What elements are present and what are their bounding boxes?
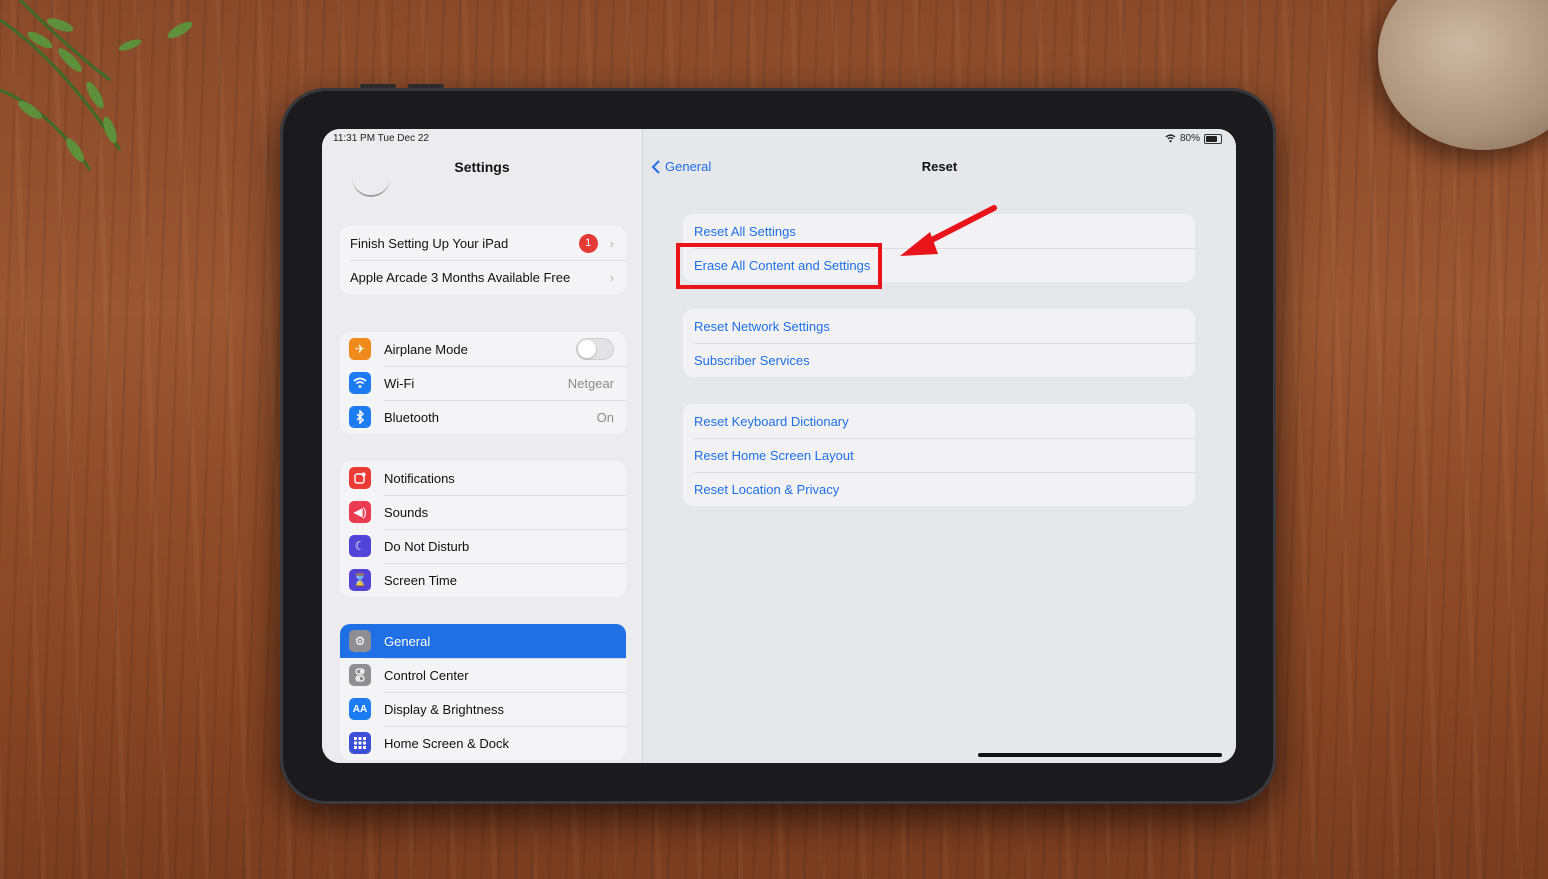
reset-location-privacy-button[interactable]: Reset Location & Privacy <box>683 472 1195 506</box>
sidebar-item-general[interactable]: ⚙ General <box>340 624 626 658</box>
sidebar-item-control-center[interactable]: Control Center <box>340 658 626 692</box>
wifi-network-value: Netgear <box>567 375 614 391</box>
notification-badge: 1 <box>578 233 598 253</box>
connectivity-group: ✈ Airplane Mode Wi-Fi Netgear Bluetooth … <box>340 332 626 434</box>
sidebar-item-label: Do Not Disturb <box>384 538 470 554</box>
chevron-left-icon <box>651 159 660 174</box>
text-size-icon: AA <box>349 698 371 720</box>
highlight-box <box>676 243 882 289</box>
general-group: ⚙ General Control Center AA Display & Br… <box>340 624 626 760</box>
sidebar-item-airplane-mode[interactable]: ✈ Airplane Mode <box>340 332 626 366</box>
chevron-right-icon: › <box>609 269 614 285</box>
sidebar-item-label: Wi-Fi <box>384 375 415 391</box>
grid-icon <box>349 732 371 754</box>
sidebar-item-label: Control Center <box>384 667 469 683</box>
status-bar: 11:31 PM Tue Dec 22 80% <box>322 129 1236 147</box>
notifications-group: Notifications ◀) Sounds ☾ Do Not Disturb… <box>340 461 626 597</box>
reset-home-screen-layout-button[interactable]: Reset Home Screen Layout <box>683 438 1195 472</box>
sidebar-item-home-screen-dock[interactable]: Home Screen & Dock <box>340 726 626 760</box>
wifi-status-icon <box>1165 134 1176 143</box>
wifi-icon <box>349 372 371 394</box>
finish-setup-item[interactable]: Finish Setting Up Your iPad 1 › <box>340 226 626 260</box>
reset-group-3: Reset Keyboard Dictionary Reset Home Scr… <box>683 404 1195 506</box>
sidebar-item-notifications[interactable]: Notifications <box>340 461 626 495</box>
chevron-right-icon: › <box>609 235 614 251</box>
ipad-screen: Settings Finish Setting Up Your iPad 1 ›… <box>322 129 1236 763</box>
red-arrow-icon <box>900 205 997 256</box>
back-button[interactable]: General <box>651 159 711 174</box>
reset-group-2: Reset Network Settings Subscriber Servic… <box>683 309 1195 377</box>
airplane-mode-toggle[interactable] <box>576 338 614 360</box>
airplane-icon: ✈ <box>349 338 371 360</box>
sidebar-item-do-not-disturb[interactable]: ☾ Do Not Disturb <box>340 529 626 563</box>
hourglass-icon: ⌛ <box>349 569 371 591</box>
volume-button <box>408 84 444 88</box>
bluetooth-status-value: On <box>596 409 614 425</box>
battery-icon <box>1204 133 1222 144</box>
sidebar-item-display-brightness[interactable]: AA Display & Brightness <box>340 692 626 726</box>
sidebar-item-screen-time[interactable]: ⌛ Screen Time <box>340 563 626 597</box>
speaker-icon: ◀) <box>349 501 371 523</box>
toggles-icon <box>349 664 371 686</box>
sidebar-item-label: Home Screen & Dock <box>384 735 509 751</box>
sidebar-item-label: Sounds <box>384 504 429 520</box>
home-indicator <box>978 753 1222 757</box>
reset-keyboard-dictionary-button[interactable]: Reset Keyboard Dictionary <box>683 404 1195 438</box>
back-button-label: General <box>665 159 712 174</box>
plant-decoration <box>0 0 193 171</box>
stone-decoration <box>1378 0 1548 150</box>
finish-setup-label: Finish Setting Up Your iPad <box>350 235 509 251</box>
sidebar-item-label: Notifications <box>384 470 455 486</box>
sidebar-item-label: Airplane Mode <box>384 341 468 357</box>
notifications-icon <box>349 467 371 489</box>
battery-percent: 80% <box>1179 133 1200 144</box>
volume-button <box>360 84 396 88</box>
sidebar-item-bluetooth[interactable]: Bluetooth On <box>340 400 626 434</box>
sidebar-item-sounds[interactable]: ◀) Sounds <box>340 495 626 529</box>
sidebar-item-wifi[interactable]: Wi-Fi Netgear <box>340 366 626 400</box>
gear-icon: ⚙ <box>349 630 371 652</box>
bluetooth-icon <box>349 406 371 428</box>
status-time: 11:31 PM Tue Dec 22 <box>333 133 429 144</box>
subscriber-services-button[interactable]: Subscriber Services <box>683 343 1195 377</box>
sidebar-item-label: General <box>384 633 431 649</box>
avatar[interactable] <box>352 167 390 197</box>
page-title: Reset <box>921 159 958 174</box>
apple-arcade-label: Apple Arcade 3 Months Available Free <box>350 269 571 285</box>
status-right: 80% <box>1165 133 1222 144</box>
settings-sidebar: Settings Finish Setting Up Your iPad 1 ›… <box>322 129 643 763</box>
sidebar-item-label: Screen Time <box>384 572 457 588</box>
moon-icon: ☾ <box>349 535 371 557</box>
sidebar-item-label: Display & Brightness <box>384 701 504 717</box>
reset-network-settings-button[interactable]: Reset Network Settings <box>683 309 1195 343</box>
sidebar-item-label: Bluetooth <box>384 409 439 425</box>
promo-group: Finish Setting Up Your iPad 1 › Apple Ar… <box>340 226 626 294</box>
apple-arcade-item[interactable]: Apple Arcade 3 Months Available Free › <box>340 260 626 294</box>
